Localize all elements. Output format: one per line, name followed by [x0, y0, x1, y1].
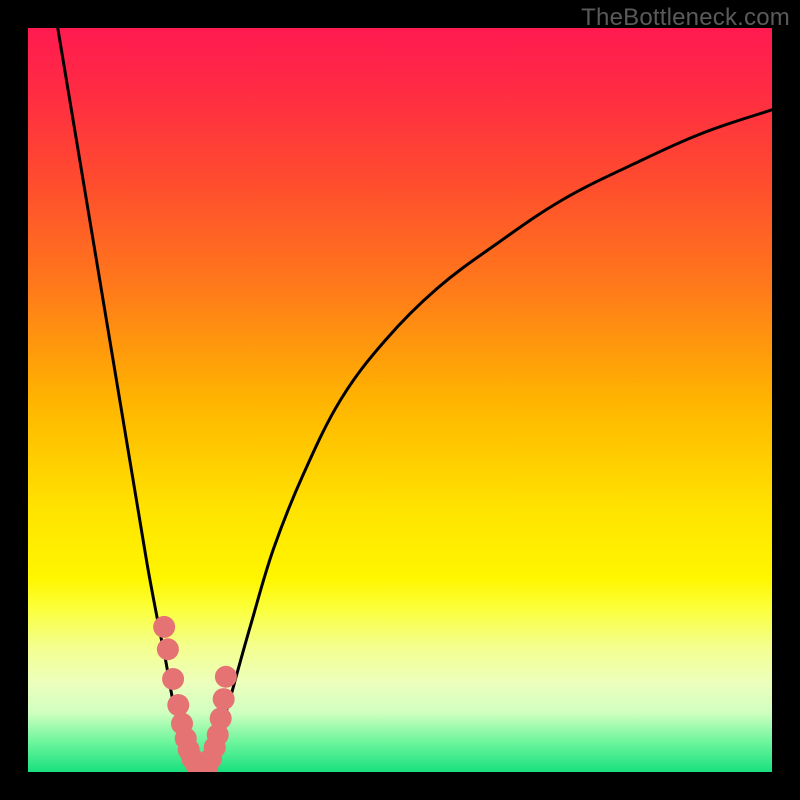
plot-svg — [28, 28, 772, 772]
marker-dot — [167, 694, 189, 716]
plot-area — [28, 28, 772, 772]
marker-dot — [162, 668, 184, 690]
marker-dot — [213, 688, 235, 710]
marker-dot — [153, 616, 175, 638]
marker-dot — [215, 666, 237, 688]
marker-dot — [157, 638, 179, 660]
attribution-label: TheBottleneck.com — [581, 4, 790, 32]
marker-dot — [210, 707, 232, 729]
chart-frame: TheBottleneck.com — [0, 0, 800, 800]
gradient-background — [28, 28, 772, 772]
